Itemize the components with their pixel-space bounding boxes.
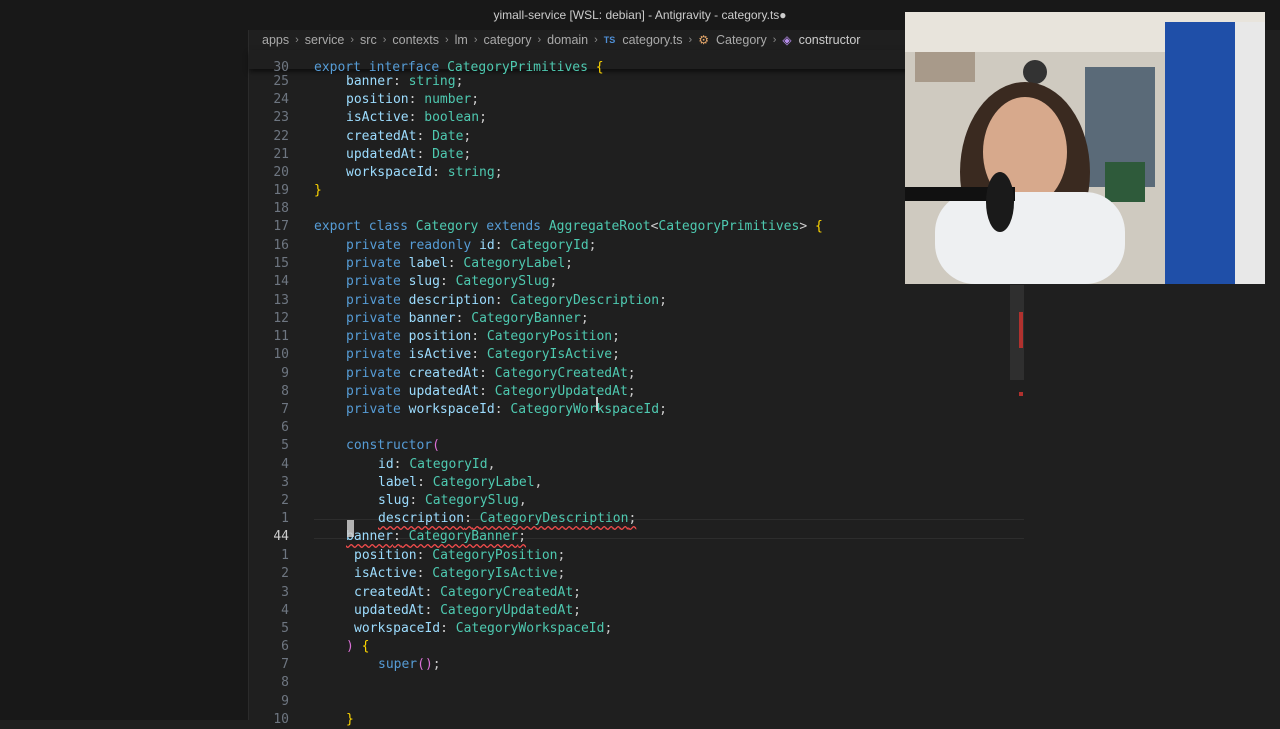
code-line[interactable]: constructor( (346, 437, 440, 455)
line-number: 12 (273, 311, 289, 326)
line-number: 22 (273, 129, 289, 144)
text-cursor (347, 520, 354, 537)
chevron-right-icon: › (594, 34, 598, 46)
webcam-overlay (905, 12, 1265, 284)
sticky-scroll-line[interactable]: export interface CategoryPrimitives { (314, 59, 604, 77)
code-line[interactable]: label: CategoryLabel, (378, 474, 542, 492)
error-marker (1019, 312, 1023, 348)
line-number: 13 (273, 293, 289, 308)
code-line[interactable]: updatedAt: Date; (346, 146, 471, 164)
line-number: 6 (281, 420, 289, 435)
breadcrumb-service[interactable]: service (305, 33, 345, 47)
line-number: 9 (281, 694, 289, 709)
line-number: 16 (273, 238, 289, 253)
code-line[interactable]: private isActive: CategoryIsActive; (346, 346, 620, 364)
code-line[interactable]: super(); (378, 656, 441, 674)
class-symbol-icon: ⚙ (698, 33, 709, 47)
breadcrumb-method[interactable]: constructor (799, 33, 861, 47)
line-number: 7 (281, 657, 289, 672)
chevron-right-icon: › (444, 34, 449, 46)
method-symbol-icon: ◈ (782, 33, 792, 47)
code-line[interactable]: banner: CategoryBanner; (346, 528, 526, 546)
code-line[interactable]: } (346, 711, 354, 729)
chevron-right-icon: › (688, 34, 693, 46)
line-number: 4 (281, 603, 289, 618)
line-number: 4 (281, 457, 289, 472)
line-number: 24 (273, 92, 289, 107)
error-marker (1019, 392, 1023, 396)
code-line[interactable]: private updatedAt: CategoryUpdatedAt; (346, 383, 636, 401)
code-line[interactable]: export class Category extends AggregateR… (314, 218, 823, 236)
line-number: 3 (281, 475, 289, 490)
line-number: 20 (273, 165, 289, 180)
breadcrumb-file[interactable]: category.ts (622, 33, 682, 47)
code-line[interactable]: id: CategoryId, (378, 456, 495, 474)
chevron-right-icon: › (772, 34, 777, 46)
breadcrumb-apps[interactable]: apps (262, 33, 289, 47)
line-number: 10 (273, 347, 289, 362)
line-number: 5 (281, 621, 289, 636)
line-number: 19 (273, 183, 289, 198)
line-number: 10 (273, 712, 289, 727)
line-number: 6 (281, 639, 289, 654)
line-number: 30 (273, 60, 289, 75)
code-line[interactable]: private position: CategoryPosition; (346, 328, 620, 346)
breadcrumb-category[interactable]: category (484, 33, 532, 47)
code-line[interactable]: updatedAt: CategoryUpdatedAt; (354, 602, 581, 620)
line-number: 17 (273, 219, 289, 234)
line-number: 2 (281, 493, 289, 508)
line-number: 11 (273, 329, 289, 344)
line-number: 21 (273, 147, 289, 162)
code-line[interactable]: private createdAt: CategoryCreatedAt; (346, 365, 636, 383)
code-line[interactable]: description: CategoryDescription; (378, 510, 636, 528)
code-line[interactable]: position: CategoryPosition; (354, 547, 565, 565)
line-number: 7 (281, 402, 289, 417)
code-line[interactable]: private description: CategoryDescription… (346, 292, 667, 310)
line-number: 8 (281, 675, 289, 690)
line-number: 1 (281, 548, 289, 563)
code-line[interactable]: private label: CategoryLabel; (346, 255, 573, 273)
line-number: 3 (281, 585, 289, 600)
line-number: 14 (273, 274, 289, 289)
code-line[interactable]: createdAt: CategoryCreatedAt; (354, 584, 581, 602)
breadcrumb-lm[interactable]: lm (455, 33, 468, 47)
typescript-file-icon: TS (603, 35, 616, 45)
breadcrumb: apps › service › src › contexts › lm › catego… (262, 30, 860, 50)
line-number: 23 (273, 110, 289, 125)
line-number: 18 (273, 201, 289, 216)
breadcrumb-src[interactable]: src (360, 33, 377, 47)
code-line[interactable]: position: number; (346, 91, 479, 109)
code-line[interactable]: isActive: boolean; (346, 109, 487, 127)
code-line[interactable]: private slug: CategorySlug; (346, 273, 557, 291)
breadcrumb-domain[interactable]: domain (547, 33, 588, 47)
webcam-image (905, 12, 1265, 284)
line-number: 9 (281, 366, 289, 381)
line-number: 8 (281, 384, 289, 399)
code-line[interactable]: createdAt: Date; (346, 128, 471, 146)
code-line[interactable]: isActive: CategoryIsActive; (354, 565, 565, 583)
chevron-right-icon: › (537, 34, 542, 46)
code-line[interactable]: workspaceId: CategoryWorkspaceId; (354, 620, 612, 638)
line-number: 1 (281, 511, 289, 526)
code-line[interactable]: } (314, 182, 322, 200)
code-line[interactable]: private readonly id: CategoryId; (346, 237, 597, 255)
chevron-right-icon: › (350, 34, 355, 46)
mouse-ibeam-cursor (596, 397, 598, 411)
line-number: 15 (273, 256, 289, 271)
code-line[interactable]: private workspaceId: CategoryWorkspaceId… (346, 401, 667, 419)
line-number: 44 (273, 529, 289, 544)
code-line[interactable]: slug: CategorySlug, (378, 492, 527, 510)
line-number: 2 (281, 566, 289, 581)
code-line[interactable]: ) { (346, 638, 369, 656)
side-panel (0, 30, 249, 720)
chevron-right-icon: › (382, 34, 387, 46)
chevron-right-icon: › (295, 34, 299, 46)
code-line[interactable]: workspaceId: string; (346, 164, 503, 182)
breadcrumb-class[interactable]: Category (716, 33, 767, 47)
breadcrumb-contexts[interactable]: contexts (392, 33, 439, 47)
code-line[interactable]: private banner: CategoryBanner; (346, 310, 589, 328)
chevron-right-icon: › (473, 34, 478, 46)
line-number: 5 (281, 438, 289, 453)
